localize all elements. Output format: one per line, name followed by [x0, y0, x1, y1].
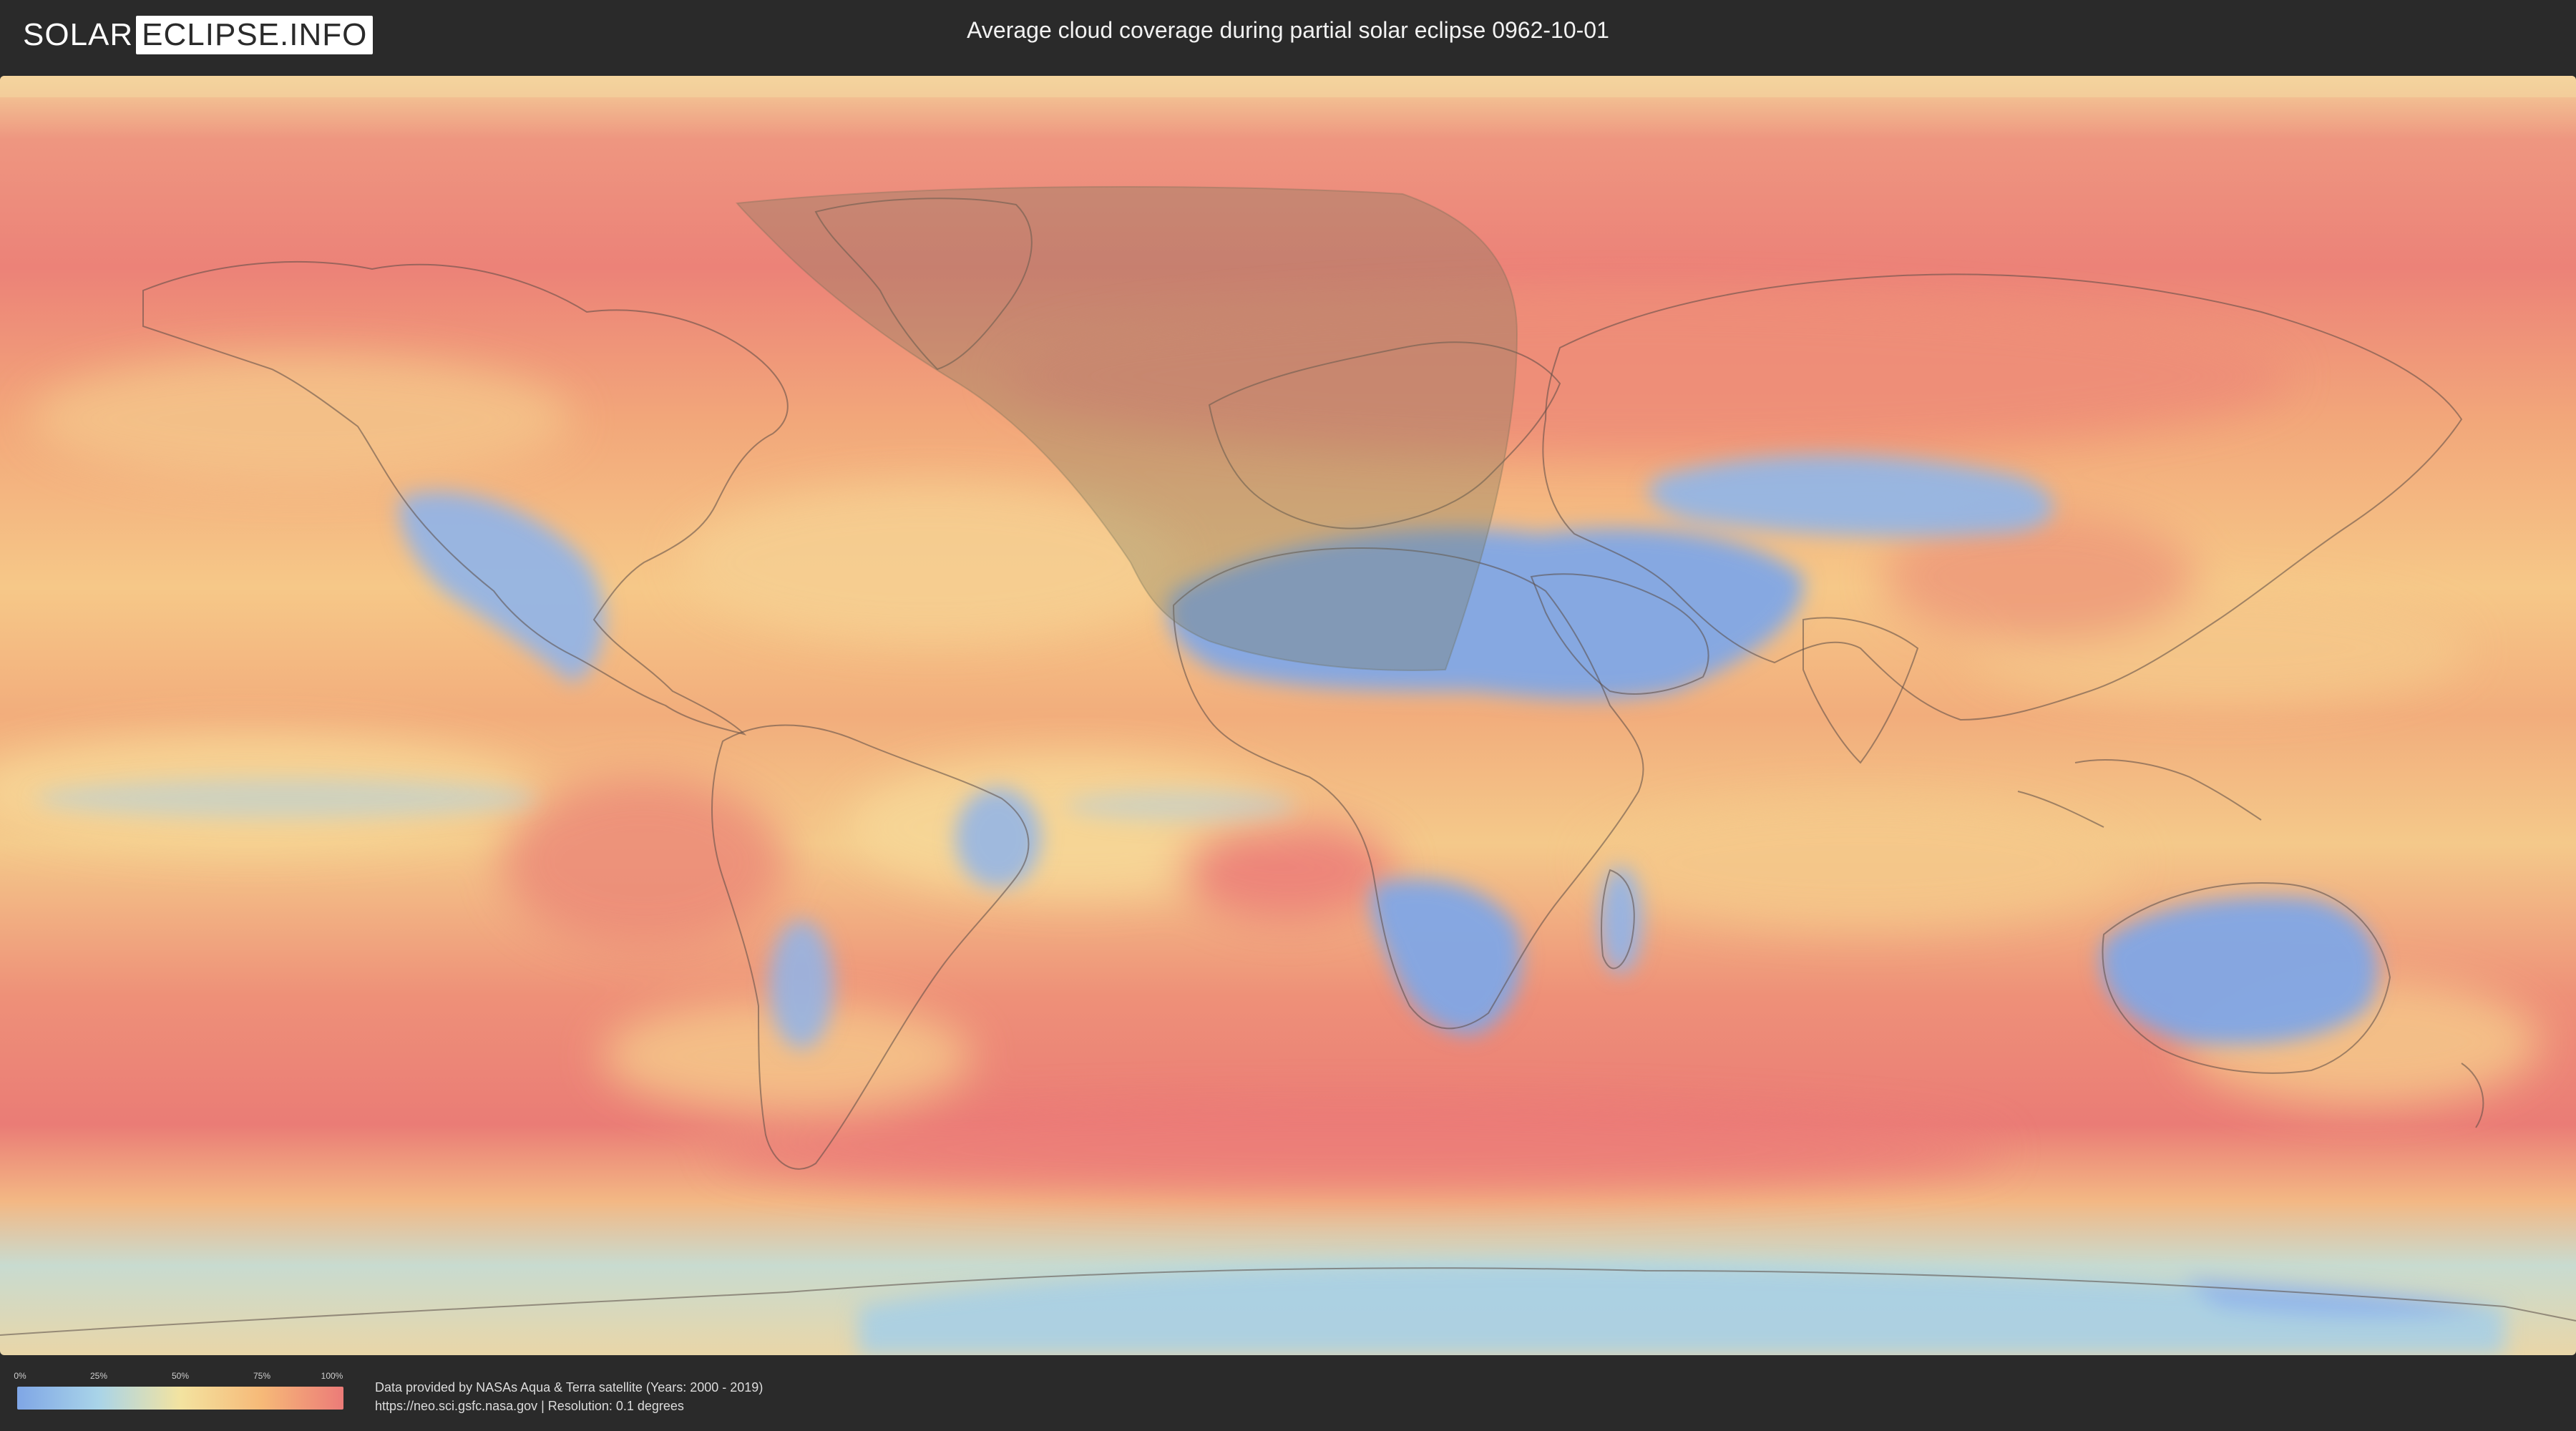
legend-gradient-bar — [17, 1387, 343, 1410]
legend-tick-25: 25% — [89, 1371, 108, 1381]
legend-tick-100: 100% — [321, 1371, 343, 1381]
credit-line-url[interactable]: https://neo.sci.gsfc.nasa.gov | Resoluti… — [375, 1397, 763, 1415]
cloud-coverage-map[interactable] — [0, 76, 2576, 1355]
north-edge — [0, 76, 2576, 97]
page-title: Average cloud coverage during partial so… — [967, 17, 1609, 43]
data-credit: Data provided by NASAs Aqua & Terra sate… — [375, 1378, 763, 1415]
legend-tick-75: 75% — [253, 1371, 271, 1381]
color-legend: 0% 25% 50% 75% 100% — [14, 1371, 343, 1414]
world-map-svg — [0, 76, 2576, 1355]
legend-tick-0: 0% — [14, 1371, 26, 1381]
credit-line-source: Data provided by NASAs Aqua & Terra sate… — [375, 1380, 763, 1395]
legend-ticks: 0% 25% 50% 75% 100% — [14, 1371, 343, 1384]
header-bar: SOLAR ECLIPSE.INFO Average cloud coverag… — [0, 0, 2576, 72]
legend-tick-50: 50% — [171, 1371, 190, 1381]
footer-bar: 0% 25% 50% 75% 100% Data provided by NAS… — [0, 1358, 2576, 1431]
